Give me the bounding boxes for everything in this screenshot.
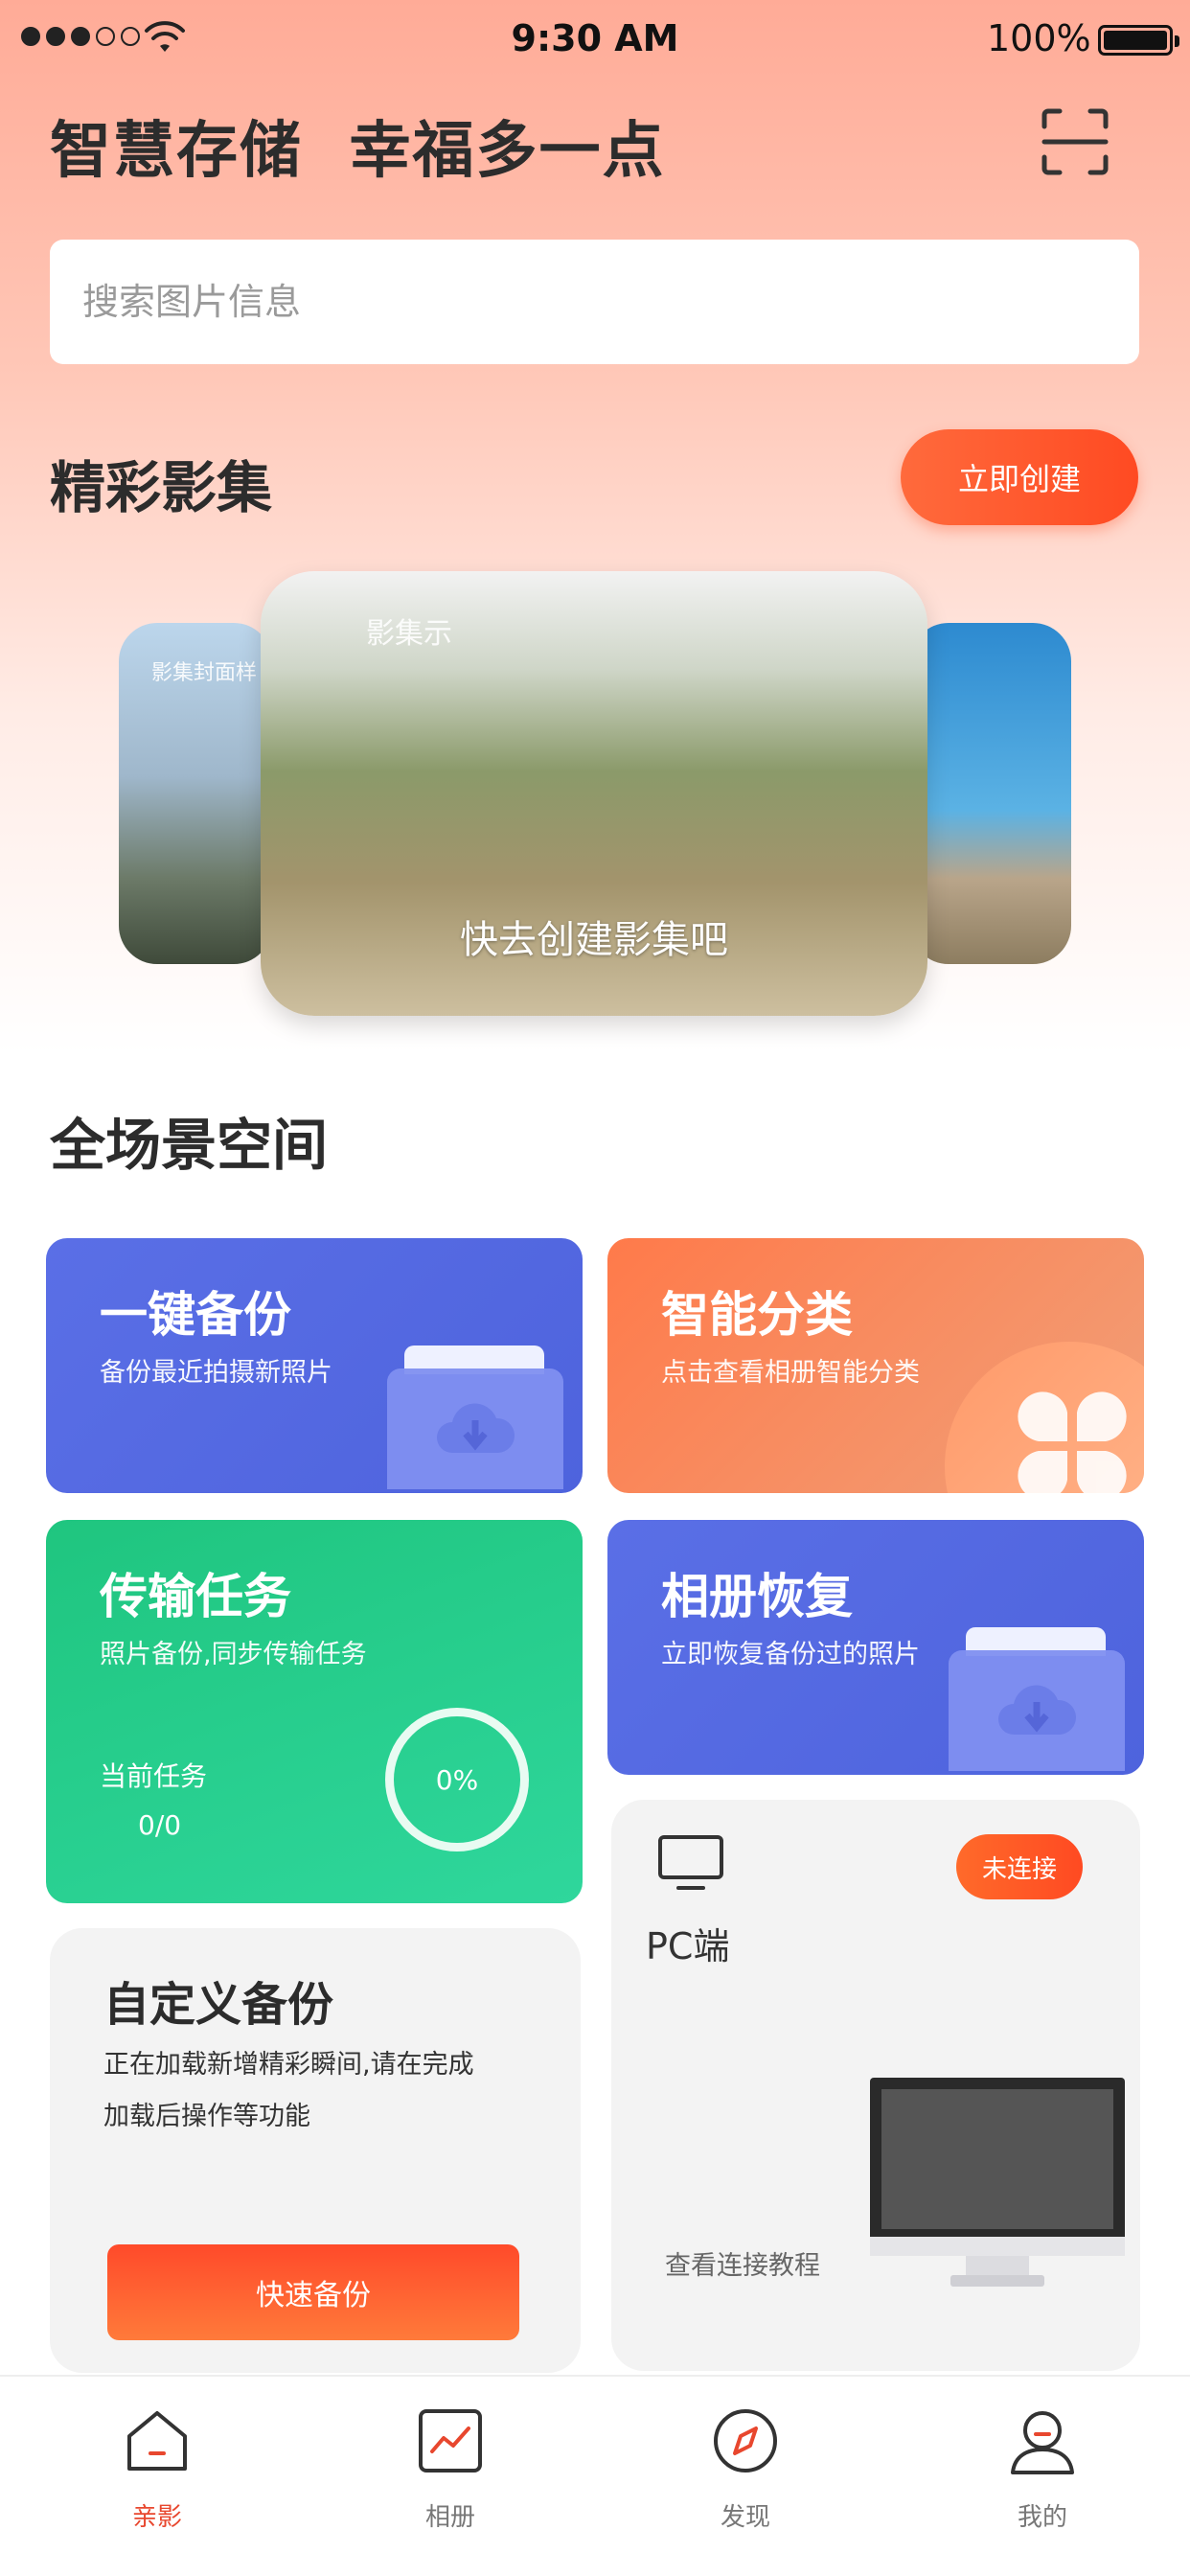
albums-section-title: 精彩影集	[50, 455, 273, 520]
backup-card-title: 一键备份	[100, 1287, 291, 1343]
custom-backup-desc-line1: 正在加载新增精彩瞬间,请在完成	[103, 2050, 474, 2080]
desktop-monitor-illustration	[870, 2078, 1125, 2290]
tab-album[interactable]: 相册	[364, 2405, 537, 2549]
bottom-tab-bar: 亲影 相册 发现 我的	[0, 2375, 1190, 2576]
custom-backup-desc-line2: 加载后操作等功能	[103, 2102, 310, 2131]
backup-card-subtitle: 备份最近拍摄新照片	[100, 1358, 332, 1388]
transfer-card-subtitle: 照片备份,同步传输任务	[100, 1640, 367, 1669]
restore-card[interactable]: 相册恢复 立即恢复备份过的照片	[607, 1520, 1144, 1775]
transfer-card[interactable]: 传输任务 照片备份,同步传输任务 当前任务 0/0 0%	[46, 1520, 583, 1903]
custom-backup-title: 自定义备份	[103, 1978, 334, 2032]
search-box[interactable]	[50, 240, 1139, 364]
battery-icon	[1098, 25, 1179, 56]
tab-album-label: 相册	[424, 2503, 475, 2532]
album-cover-main[interactable]: 影集示 快去创建影集吧	[261, 571, 927, 1016]
transfer-progress-value: 0%	[435, 1763, 479, 1796]
tab-home-label: 亲影	[131, 2503, 182, 2532]
quick-backup-button[interactable]: 快速备份	[107, 2244, 519, 2340]
pc-connection-status-badge[interactable]: 未连接	[956, 1834, 1083, 1899]
pc-card[interactable]: PC端 未连接 查看连接教程	[611, 1800, 1140, 2371]
scenes-section-title: 全场景空间	[50, 1113, 329, 1178]
current-task-label: 当前任务	[100, 1760, 208, 1792]
album-main-caption: 快去创建影集吧	[460, 918, 728, 962]
tab-discover-label: 发现	[720, 2503, 770, 2532]
transfer-progress-ring: 0%	[385, 1708, 529, 1852]
classify-card-title: 智能分类	[661, 1287, 853, 1343]
compass-icon	[714, 2409, 777, 2472]
folder-cloud-download-icon	[949, 1627, 1125, 1771]
tab-mine-label: 我的	[1017, 2503, 1067, 2532]
current-task-count: 0/0	[138, 1809, 182, 1841]
restore-card-title: 相册恢复	[661, 1569, 853, 1624]
home-icon	[127, 2411, 187, 2471]
classify-card[interactable]: 智能分类 点击查看相册智能分类	[607, 1238, 1144, 1493]
user-icon	[1011, 2411, 1074, 2474]
transfer-card-title: 传输任务	[100, 1569, 291, 1624]
tab-discover[interactable]: 发现	[659, 2405, 832, 2549]
album-chart-icon	[419, 2409, 482, 2472]
pc-label: PC端	[646, 1925, 730, 1967]
restore-card-subtitle: 立即恢复备份过的照片	[661, 1640, 920, 1669]
create-album-button[interactable]: 立即创建	[901, 429, 1138, 525]
album-cover-caption: 影集封面样	[151, 661, 258, 685]
search-input[interactable]	[82, 281, 1107, 323]
folder-cloud-download-icon	[387, 1346, 563, 1489]
status-bar: 9:30 AM 100%	[0, 0, 1190, 77]
album-cover-right[interactable]	[910, 623, 1071, 964]
custom-backup-card: 自定义备份 正在加载新增精彩瞬间,请在完成 加载后操作等功能 快速备份	[50, 1928, 581, 2373]
connection-tutorial-link[interactable]: 查看连接教程	[665, 2244, 820, 2282]
album-cover-left[interactable]: 影集封面样	[119, 623, 272, 964]
classify-card-subtitle: 点击查看相册智能分类	[661, 1358, 920, 1388]
classify-grid-icon	[1018, 1392, 1127, 1493]
page-title: 智慧存储 幸福多一点	[50, 116, 666, 187]
album-main-tag: 影集示	[366, 617, 452, 651]
tab-mine[interactable]: 我的	[956, 2405, 1129, 2549]
battery-percentage: 100%	[987, 17, 1091, 59]
monitor-icon	[658, 1835, 723, 1890]
backup-card[interactable]: 一键备份 备份最近拍摄新照片	[46, 1238, 583, 1493]
scan-icon[interactable]	[1041, 107, 1110, 176]
tab-home[interactable]: 亲影	[71, 2405, 243, 2549]
